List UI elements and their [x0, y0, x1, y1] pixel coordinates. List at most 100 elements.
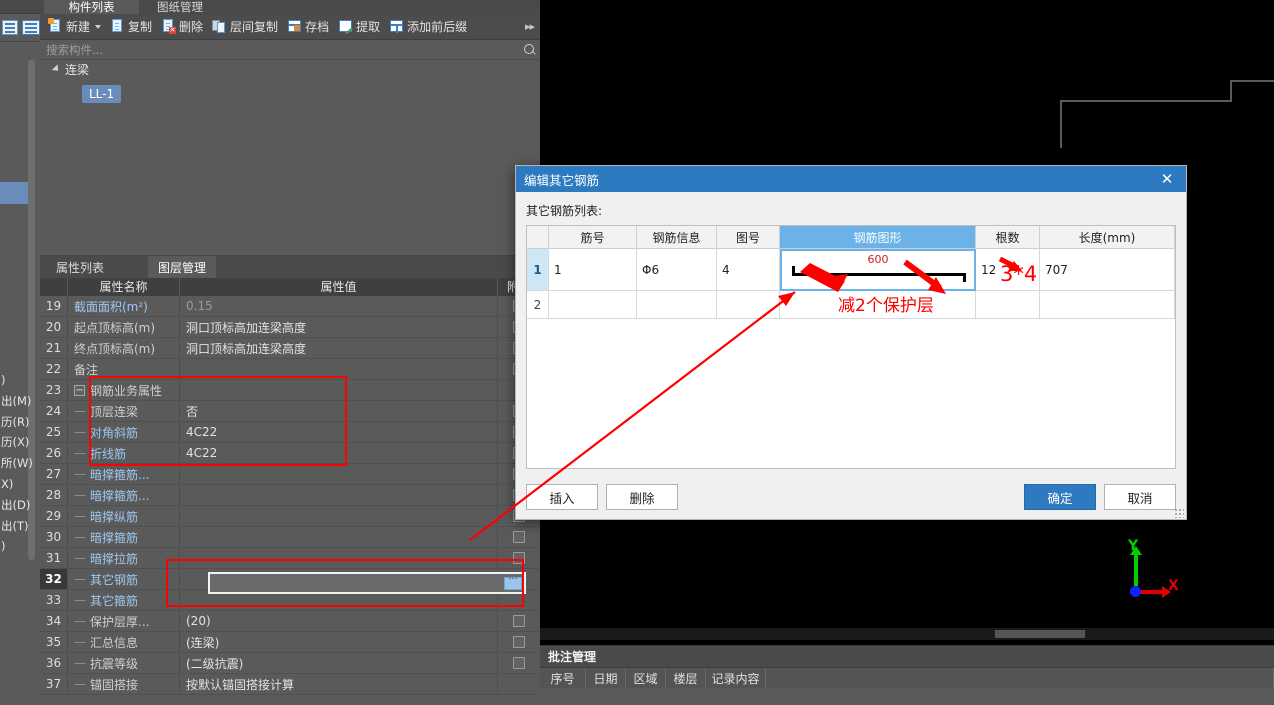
extra-checkbox[interactable]: [513, 615, 525, 627]
property-row[interactable]: 31— 暗撑拉筋: [40, 548, 540, 569]
cell-bar-no[interactable]: 1: [549, 249, 637, 291]
collapse-minus-icon[interactable]: −: [74, 384, 85, 396]
col-content[interactable]: 记录内容: [706, 668, 766, 688]
property-value[interactable]: 4C22: [180, 443, 498, 463]
extra-checkbox[interactable]: [513, 636, 525, 648]
ellipsis-button[interactable]: [504, 574, 522, 590]
expand-triangle-icon[interactable]: [51, 64, 62, 74]
tab-component-list[interactable]: 构件列表: [44, 0, 139, 14]
extra-checkbox[interactable]: [513, 657, 525, 669]
panel-icon[interactable]: [22, 20, 40, 35]
cell-length[interactable]: [1040, 291, 1175, 319]
add-prefix-suffix-button[interactable]: 添加前后缀: [385, 16, 471, 38]
table-row[interactable]: 1 1 Φ6 4 600 12 707: [527, 249, 1175, 291]
th-bar-shape[interactable]: 钢筋图形: [780, 226, 976, 249]
far-menu-item[interactable]: ): [1, 536, 40, 557]
cell-bar-info[interactable]: Φ6: [637, 249, 717, 291]
property-value[interactable]: 4C22: [180, 422, 498, 442]
far-menu-item[interactable]: 历(R): [1, 412, 40, 433]
property-value[interactable]: 洞口顶标高加连梁高度: [180, 338, 498, 358]
cell-bar-shape[interactable]: 600: [780, 249, 976, 291]
property-row[interactable]: 21 终点顶标高(m) 洞口顶标高加连梁高度: [40, 338, 540, 359]
cell-length[interactable]: 707: [1040, 249, 1175, 291]
property-row[interactable]: 35— 汇总信息 (连梁): [40, 632, 540, 653]
th-length[interactable]: 长度(mm): [1040, 226, 1175, 249]
property-row[interactable]: 19 截面面积(m²) 0.15: [40, 296, 540, 317]
th-count[interactable]: 根数: [976, 226, 1040, 249]
layer-copy-button[interactable]: 层间复制: [208, 16, 282, 38]
th-fig-no[interactable]: 图号: [717, 226, 780, 249]
property-row[interactable]: 22 备注: [40, 359, 540, 380]
property-value[interactable]: 否: [180, 401, 498, 421]
new-button[interactable]: 新建: [44, 16, 105, 38]
rebar-table[interactable]: 筋号 钢筋信息 图号 钢筋图形 根数 长度(mm) 1 1 Φ6 4 600 1…: [526, 225, 1176, 469]
edit-other-rebar-dialog[interactable]: 编辑其它钢筋 ✕ 其它钢筋列表: 筋号 钢筋信息 图号 钢筋图形 根数 长度(m…: [515, 165, 1187, 520]
tab-property-list[interactable]: 属性列表: [46, 256, 115, 278]
cancel-button[interactable]: 取消: [1104, 484, 1176, 510]
col-floor[interactable]: 楼层: [666, 668, 706, 688]
th-bar-no[interactable]: 筋号: [549, 226, 637, 249]
cell-count[interactable]: 12: [976, 249, 1040, 291]
col-area[interactable]: 区域: [626, 668, 666, 688]
far-selected-item[interactable]: [0, 182, 28, 204]
extra-checkbox[interactable]: [513, 552, 525, 564]
cell-fig-no[interactable]: 4: [717, 249, 780, 291]
col-seq[interactable]: 序号: [540, 668, 586, 688]
table-empty-area[interactable]: [527, 319, 1175, 468]
cell-bar-info[interactable]: [637, 291, 717, 319]
far-menu-item[interactable]: 所(W): [1, 453, 40, 474]
copy-button[interactable]: 复制: [106, 16, 156, 38]
property-value[interactable]: (连梁): [180, 632, 498, 652]
toolbar-overflow-icon[interactable]: ▸▸: [525, 20, 535, 33]
close-icon[interactable]: ✕: [1156, 168, 1178, 190]
property-row[interactable]: 26— 折线筋 4C22: [40, 443, 540, 464]
extra-checkbox[interactable]: [513, 531, 525, 543]
far-menu-item[interactable]: 历(X): [1, 432, 40, 453]
search-input[interactable]: [40, 42, 520, 57]
insert-button[interactable]: 插入: [526, 484, 598, 510]
cell-bar-shape[interactable]: [780, 291, 976, 319]
far-menu-item[interactable]: 出(T): [1, 516, 40, 537]
property-row[interactable]: 28— 暗撑箍筋...: [40, 485, 540, 506]
delete-row-button[interactable]: 删除: [606, 484, 678, 510]
resize-grip[interactable]: [1174, 508, 1184, 518]
property-value[interactable]: [180, 380, 498, 400]
delete-button[interactable]: ✕ 删除: [157, 16, 207, 38]
col-date[interactable]: 日期: [586, 668, 626, 688]
property-value[interactable]: [180, 464, 498, 484]
property-value[interactable]: [180, 506, 498, 526]
tab-layer-manage[interactable]: 图层管理: [148, 256, 217, 278]
cell-count[interactable]: [976, 291, 1040, 319]
cell-fig-no[interactable]: [717, 291, 780, 319]
th-bar-info[interactable]: 钢筋信息: [637, 226, 717, 249]
tree-item-ll1[interactable]: LL-1: [82, 85, 122, 103]
other-rebar-edit-field[interactable]: [208, 572, 526, 594]
property-row[interactable]: 27— 暗撑箍筋...: [40, 464, 540, 485]
list-icon[interactable]: [2, 20, 18, 35]
chevron-down-icon[interactable]: [95, 24, 102, 29]
table-row[interactable]: 2: [527, 291, 1175, 319]
property-value[interactable]: (20): [180, 611, 498, 631]
property-row[interactable]: 25— 对角斜筋 4C22: [40, 422, 540, 443]
property-value[interactable]: [180, 548, 498, 568]
property-value[interactable]: 0.15: [180, 296, 498, 316]
property-value[interactable]: [180, 485, 498, 505]
property-row[interactable]: 30— 暗撑箍筋: [40, 527, 540, 548]
far-menu-item[interactable]: ): [1, 370, 40, 391]
property-value[interactable]: 洞口顶标高加连梁高度: [180, 317, 498, 337]
property-row[interactable]: 36— 抗震等级 (二级抗震): [40, 653, 540, 674]
ok-button[interactable]: 确定: [1024, 484, 1096, 510]
property-row[interactable]: 37— 锚固搭接 按默认锚固搭接计算: [40, 674, 540, 695]
extract-button[interactable]: 提取: [334, 16, 384, 38]
far-menu-item[interactable]: X): [1, 474, 40, 495]
tab-drawing-manage[interactable]: 图纸管理: [140, 0, 220, 14]
property-value[interactable]: [180, 527, 498, 547]
canvas-horizontal-scrollbar[interactable]: [540, 628, 1274, 640]
cell-bar-no[interactable]: [549, 291, 637, 319]
property-value[interactable]: (二级抗震): [180, 653, 498, 673]
property-value[interactable]: [180, 359, 498, 379]
tree-group-lianliang[interactable]: 连梁: [40, 60, 540, 78]
search-icon[interactable]: [520, 40, 540, 60]
far-menu-item[interactable]: 出(M): [1, 391, 40, 412]
archive-button[interactable]: 存档: [283, 16, 333, 38]
